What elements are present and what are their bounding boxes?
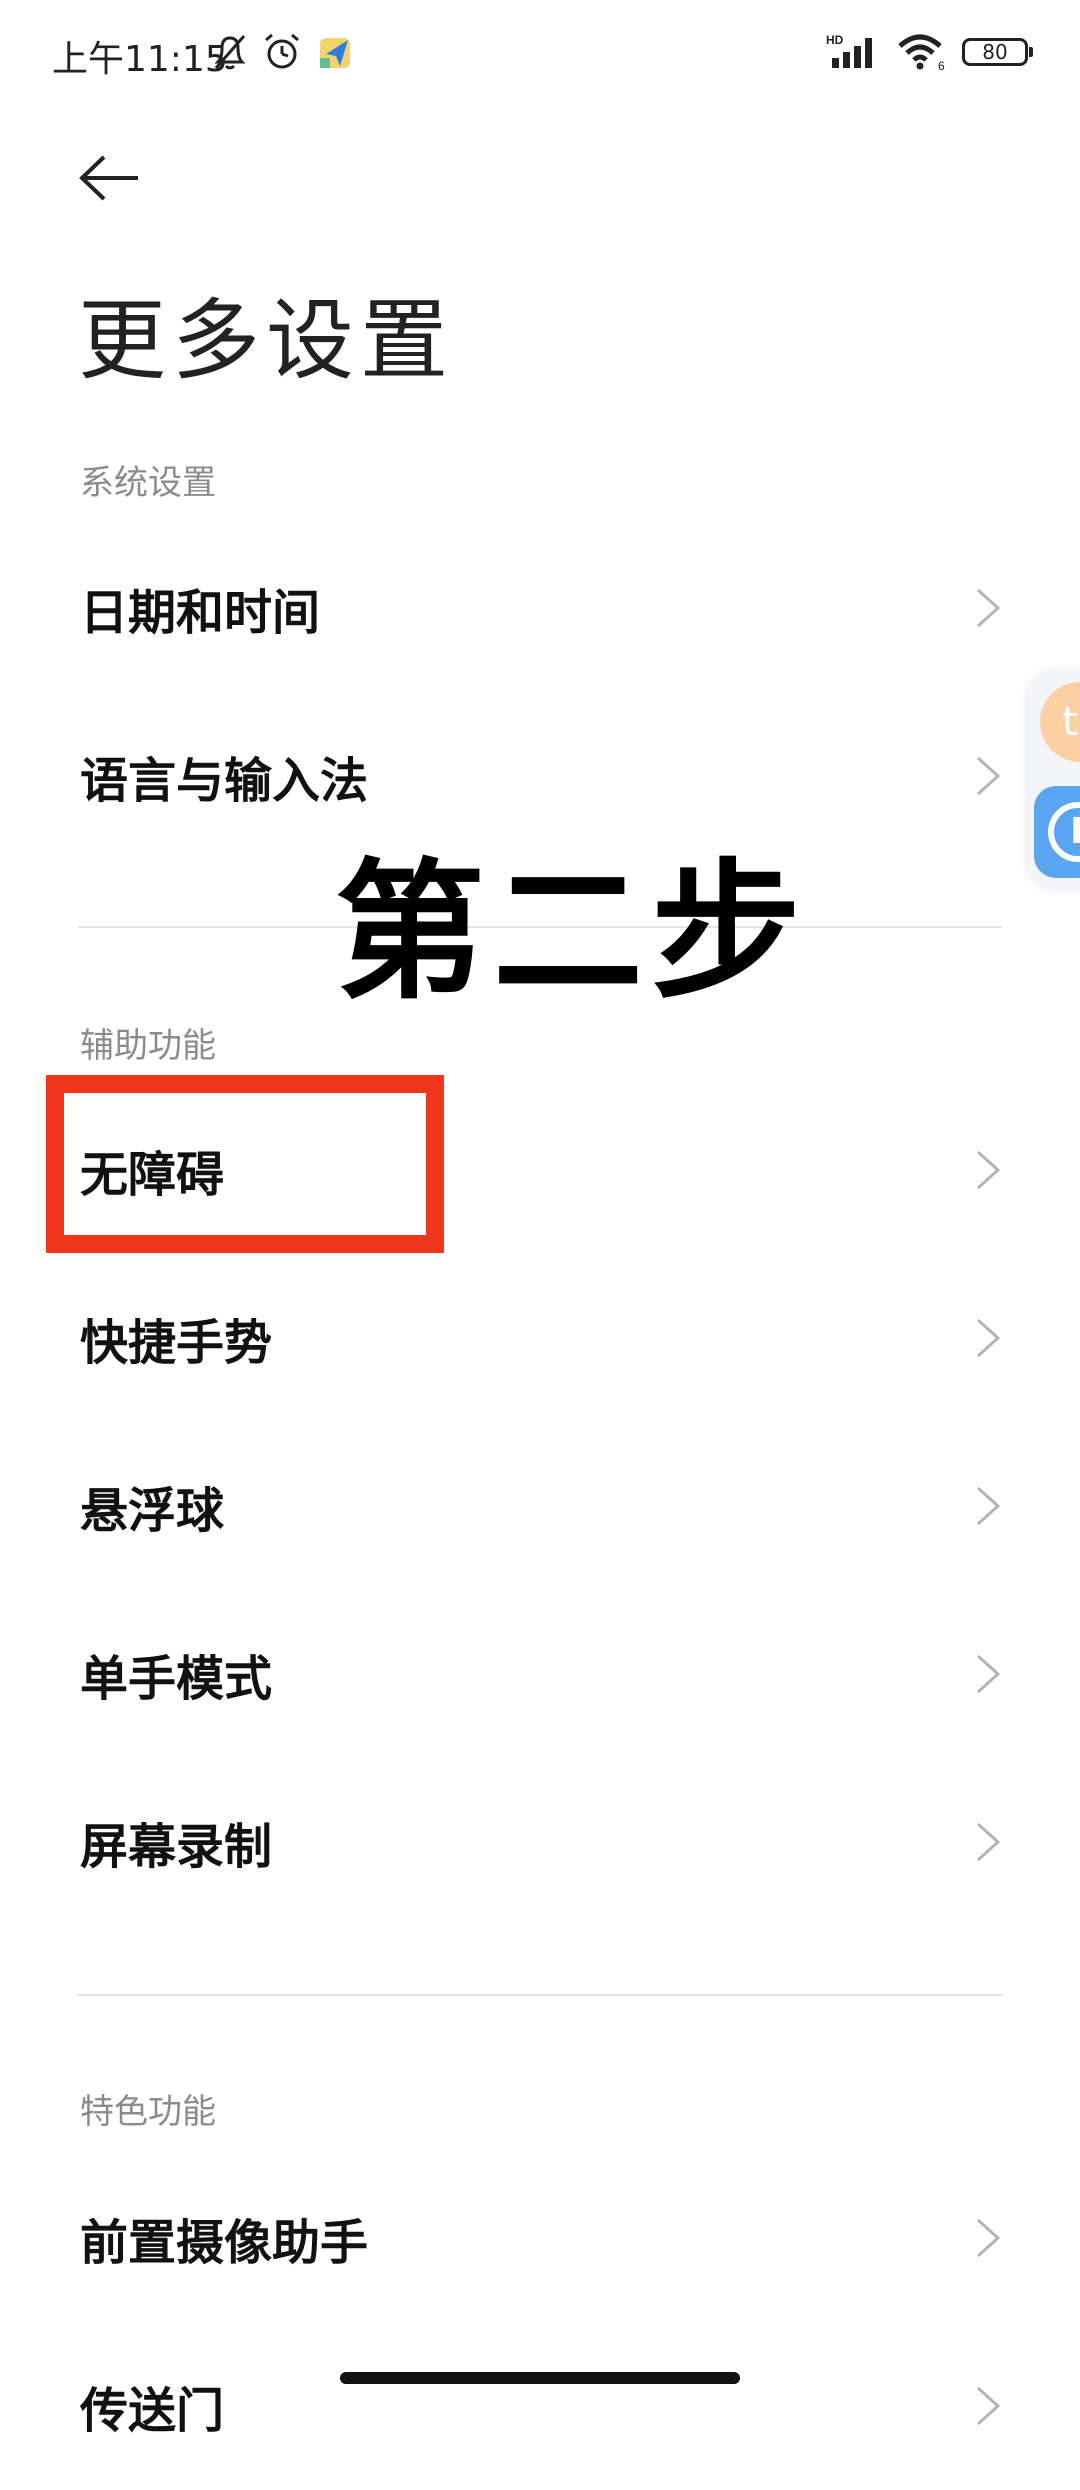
signal-hd-icon: HD xyxy=(826,33,872,68)
back-button[interactable] xyxy=(70,138,150,218)
section-header-system: 系统设置 xyxy=(80,463,216,503)
app-notification-icon xyxy=(320,38,350,68)
chevron-right-icon xyxy=(976,588,1001,628)
settings-item-label: 屏幕录制 xyxy=(80,1819,273,1875)
settings-item-language-input[interactable]: 语言与输入法 xyxy=(0,692,1080,860)
section-header-features: 特色功能 xyxy=(80,2092,216,2132)
status-time: 上午11:15 xyxy=(52,39,228,80)
settings-item-quick-gestures[interactable]: 快捷手势 xyxy=(0,1254,1080,1422)
settings-item-front-camera-assistant[interactable]: 前置摄像助手 xyxy=(0,2154,1080,2322)
settings-item-one-handed-mode[interactable]: 单手模式 xyxy=(0,1590,1080,1758)
chevron-right-icon xyxy=(976,2386,1001,2426)
status-system-icons: HD 6 80 xyxy=(826,32,1033,72)
section-header-accessibility: 辅助功能 xyxy=(80,1026,216,1066)
status-bar: 上午11:15 HD 6 80 xyxy=(0,0,1080,110)
settings-item-floating-ball[interactable]: 悬浮球 xyxy=(0,1422,1080,1590)
wifi-icon: 6 xyxy=(898,34,945,72)
tutorial-step-label: 第二步 xyxy=(335,846,810,1020)
chevron-right-icon xyxy=(976,1822,1001,1862)
settings-item-label: 传送门 xyxy=(80,2383,225,2439)
settings-item-label: 快捷手势 xyxy=(80,1315,273,1371)
floating-app-icon: K xyxy=(1048,802,1080,862)
settings-item-portal[interactable]: 传送门 xyxy=(0,2322,1080,2490)
floating-app-shortcut[interactable]: t xyxy=(1040,682,1080,762)
settings-item-label: 前置摄像助手 xyxy=(80,2215,369,2271)
chevron-right-icon xyxy=(976,1150,1001,1190)
hd-text: HD xyxy=(826,33,844,47)
settings-item-label: 语言与输入法 xyxy=(80,753,369,809)
settings-item-label: 单手模式 xyxy=(80,1651,273,1707)
chevron-right-icon xyxy=(976,756,1001,796)
chevron-right-icon xyxy=(976,1318,1001,1358)
battery-indicator: 80 xyxy=(962,38,1033,66)
section-divider xyxy=(78,1994,1002,1996)
settings-item-date-time[interactable]: 日期和时间 xyxy=(0,524,1080,692)
settings-item-label: 悬浮球 xyxy=(80,1483,225,1539)
tutorial-highlight-box xyxy=(46,1075,444,1253)
wifi-6-text: 6 xyxy=(938,59,945,72)
settings-item-label: 日期和时间 xyxy=(80,585,321,641)
floating-app-shortcut[interactable]: K xyxy=(1034,786,1080,878)
settings-item-screen-recording[interactable]: 屏幕录制 xyxy=(0,1758,1080,1926)
chevron-right-icon xyxy=(976,2218,1001,2258)
status-notification-icons xyxy=(212,30,356,74)
chevron-right-icon xyxy=(976,1654,1001,1694)
chevron-right-icon xyxy=(976,1486,1001,1526)
bell-muted-icon xyxy=(214,35,246,70)
page-title: 更多设置 xyxy=(78,289,455,392)
home-indicator[interactable] xyxy=(340,2372,740,2384)
floating-sidebar-widget[interactable]: t K xyxy=(1026,668,1080,888)
arrow-left-icon xyxy=(79,155,138,201)
alarm-clock-icon xyxy=(265,33,299,69)
